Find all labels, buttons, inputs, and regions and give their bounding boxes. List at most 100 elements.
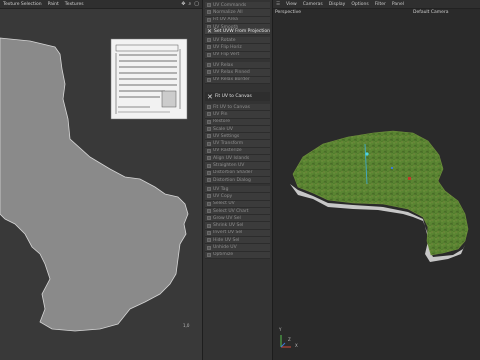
command-icon: [207, 187, 211, 192]
cmd-fit-uv-canvas-head[interactable]: ✕ Fit UV to Canvas: [205, 92, 270, 101]
menu-texture-selection[interactable]: Texture Selection: [3, 2, 42, 7]
cmd-normalize-all[interactable]: Normalize All: [205, 9, 270, 17]
uv-canvas[interactable]: 1,0: [0, 9, 202, 360]
cmd-item[interactable]: UV Settings: [205, 133, 270, 141]
gizmo-handle[interactable]: [365, 152, 369, 156]
cmd-item[interactable]: Shrink UV Sel: [205, 222, 270, 230]
command-icon: [207, 178, 211, 183]
cmd-item[interactable]: Grow UV Sel: [205, 215, 270, 223]
cmd-uv-flip-vert[interactable]: UV Flip Vert: [205, 51, 270, 59]
cmd-set-uvw-from-projection[interactable]: ✕ Set UVW From Projection: [205, 28, 270, 36]
cmd-item[interactable]: Unhide UV: [205, 244, 270, 252]
command-icon: [207, 127, 211, 132]
command-icon: [207, 194, 211, 199]
command-icon: [207, 112, 211, 117]
command-icon: [207, 105, 211, 110]
axis-z-label: Z: [288, 337, 291, 342]
cmd-item[interactable]: UV Transform: [205, 140, 270, 148]
uv-atlas-thumbnail[interactable]: [110, 38, 188, 120]
cmd-uv-flip-horiz[interactable]: UV Flip Horiz: [205, 44, 270, 52]
maximize-icon[interactable]: ▢: [194, 1, 199, 7]
cmd-item[interactable]: Align UV Islands: [205, 155, 270, 163]
cmd-item[interactable]: UV Tag: [205, 186, 270, 194]
command-icon: [207, 45, 211, 50]
arrows-icon[interactable]: ✥: [181, 1, 185, 7]
command-group-4: Fit UV to Canvas UV Pin Restore Scale UV…: [205, 104, 270, 185]
command-group-5: UV Tag UV Copy Select UV Select UV Chart…: [205, 186, 270, 259]
viewport-menubar: ☰ View Cameras Display Options Filter Pa…: [273, 0, 480, 9]
command-icon: [207, 245, 211, 250]
menu-paint[interactable]: Paint: [48, 2, 59, 7]
cmd-item[interactable]: Invert UV Sel: [205, 229, 270, 238]
command-icon: [207, 52, 211, 57]
cmd-item[interactable]: Fit UV to Canvas: [205, 104, 270, 112]
menu-cameras[interactable]: Cameras: [303, 2, 323, 7]
command-icon: [207, 209, 211, 214]
command-icon: [207, 148, 211, 153]
cmd-item[interactable]: Distortion Shader: [205, 169, 270, 177]
command-icon: [207, 134, 211, 139]
uv-editor-pane: Texture Selection Paint Textures ✥ ⌕ ▢ 1…: [0, 0, 203, 360]
cmd-item[interactable]: Hide UV Sel: [205, 237, 270, 245]
cmd-item[interactable]: Straighten UV: [205, 162, 270, 170]
menu-view[interactable]: View: [286, 2, 297, 7]
command-icon: [207, 77, 211, 82]
command-icon: [207, 38, 211, 43]
command-icon: [207, 17, 211, 22]
command-icon: [207, 170, 211, 175]
command-active: ✕ Set UVW From Projection: [205, 28, 270, 36]
axis-y-label: Y: [279, 327, 282, 332]
uv-island-svg: [0, 37, 189, 332]
terrain-svg: [280, 130, 469, 348]
command-icon: [207, 163, 211, 168]
cmd-uv-rotate[interactable]: UV Rotate: [205, 37, 270, 45]
command-icon: [207, 238, 211, 243]
close-icon: ✕: [207, 28, 213, 35]
cmd-fit-uv-area[interactable]: Fit UV Area: [205, 16, 270, 24]
command-icon: [207, 63, 211, 68]
menu-panel[interactable]: Panel: [392, 2, 404, 7]
command-icon: [207, 141, 211, 146]
command-icon: [207, 230, 211, 235]
uv-menubar: Texture Selection Paint Textures ✥ ⌕ ▢: [0, 0, 202, 9]
cmd-item[interactable]: Scale UV: [205, 125, 270, 134]
command-icon: [207, 119, 211, 124]
command-icon: [207, 156, 211, 161]
menu-textures[interactable]: Textures: [65, 2, 84, 7]
marker-red: [408, 177, 411, 180]
command-group-2: UV Rotate UV Flip Horiz UV Flip Vert: [205, 37, 270, 59]
menu-filter[interactable]: Filter: [375, 2, 386, 7]
command-icon: [207, 216, 211, 221]
command-icon: [207, 70, 211, 75]
terrain-mesh[interactable]: [292, 130, 469, 256]
uv-scale-label: 1,0: [183, 323, 190, 328]
axis-x-label: X: [295, 343, 298, 348]
cmd-uv-relax-pinned[interactable]: UV Relax Pinned: [205, 69, 270, 77]
command-icon: [207, 201, 211, 206]
menu-display[interactable]: Display: [329, 2, 346, 7]
search-icon[interactable]: ⌕: [188, 1, 191, 7]
uv-commands-pane: UV Commands Normalize All Fit UV Area UV…: [203, 0, 273, 360]
marker-blue: [391, 167, 393, 169]
cmd-item[interactable]: Select UV Chart: [205, 207, 270, 216]
command-icon: [207, 252, 211, 257]
command-group-1: UV Commands Normalize All Fit UV Area UV…: [205, 2, 270, 32]
cmd-item[interactable]: UV Rasterize: [205, 147, 270, 156]
cmd-uv-relax-border[interactable]: UV Relax Border: [205, 76, 270, 84]
menu-options[interactable]: Options: [351, 2, 368, 7]
close-icon: ✕: [207, 92, 213, 101]
cmd-item[interactable]: UV Pin: [205, 111, 270, 119]
cmd-uv-relax[interactable]: UV Relax: [205, 62, 270, 70]
cmd-uv-commands[interactable]: UV Commands: [205, 2, 270, 10]
cmd-item[interactable]: Distortion Dialog: [205, 176, 270, 185]
viewport-pane[interactable]: ☰ View Cameras Display Options Filter Pa…: [273, 0, 480, 360]
command-icon: [207, 3, 211, 8]
command-group-3: UV Relax UV Relax Pinned UV Relax Border: [205, 62, 270, 84]
viewport-grid-icon[interactable]: ☰: [276, 2, 280, 7]
cmd-item[interactable]: Optimize: [205, 251, 270, 259]
cmd-item[interactable]: Select UV: [205, 200, 270, 208]
command-icon: [207, 10, 211, 15]
uv-toolbar-icons: ✥ ⌕ ▢: [181, 1, 199, 7]
cmd-item[interactable]: Restore: [205, 118, 270, 126]
cmd-item[interactable]: UV Copy: [205, 193, 270, 201]
